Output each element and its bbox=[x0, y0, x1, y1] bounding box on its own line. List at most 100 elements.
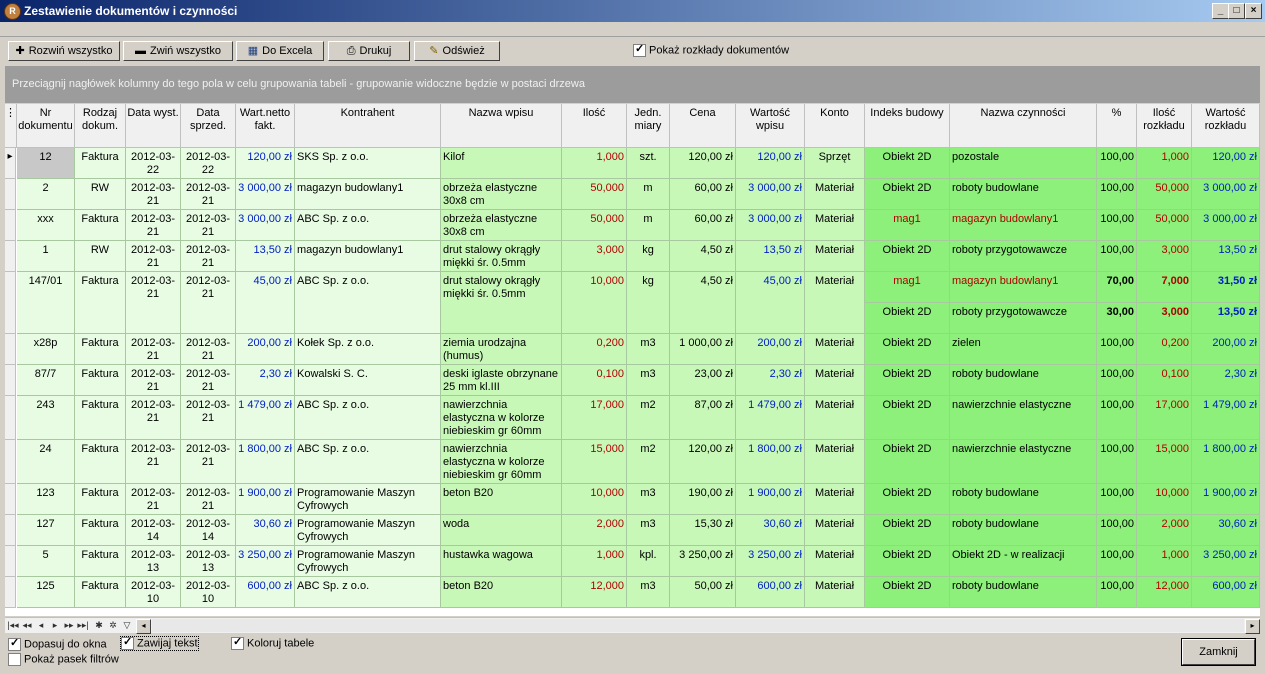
grid-cell-czynnosc[interactable]: roboty budowlane bbox=[950, 515, 1097, 546]
edit-record-icon[interactable]: ✲ bbox=[107, 619, 119, 632]
row-indicator[interactable] bbox=[5, 365, 16, 396]
grid-cell-wart[interactable]: 30,60 zł bbox=[236, 515, 295, 546]
grid-cell-data_wyst[interactable]: 2012-03-21 bbox=[126, 484, 181, 515]
data-grid[interactable]: ⋮ Nr dokumentu Rodzaj dokum. Data wyst. Data… bbox=[5, 104, 1260, 616]
grid-cell-nazwa[interactable]: nawierzchnia elastyczna w kolorze niebie… bbox=[441, 396, 562, 440]
grid-cell-konto[interactable]: Materiał bbox=[805, 484, 865, 515]
grid-cell-proc[interactable]: 100,00 bbox=[1097, 148, 1137, 179]
grid-cell-jedn[interactable]: m3 bbox=[627, 515, 670, 546]
checkbox-box[interactable] bbox=[231, 635, 244, 650]
grid-cell-kontrahent[interactable]: ABC Sp. z o.o. bbox=[295, 577, 441, 608]
grid-cell-nr[interactable]: 243 bbox=[17, 396, 75, 440]
grid-cell-proc[interactable]: 100,00 bbox=[1097, 440, 1137, 484]
show-breakdowns-checkbox[interactable]: Pokaż rozkłady dokumentów bbox=[633, 42, 789, 57]
grid-cell-proc[interactable]: 100,00 bbox=[1097, 179, 1137, 210]
grid-cell-data_sprzed[interactable]: 2012-03-21 bbox=[181, 272, 236, 334]
grid-cell-wr[interactable]: 3 250,00 zł bbox=[1192, 546, 1260, 577]
expand-all-button[interactable]: ✚ Rozwiń wszystko bbox=[8, 41, 120, 61]
grid-cell-wartosc[interactable]: 45,00 zł bbox=[736, 272, 805, 334]
grid-cell-indeks[interactable]: Obiekt 2D bbox=[865, 179, 950, 210]
grid-cell-wartosc[interactable]: 13,50 zł bbox=[736, 241, 805, 272]
grid-cell-data_sprzed[interactable]: 2012-03-21 bbox=[181, 440, 236, 484]
grid-cell-wart[interactable]: 3 000,00 zł bbox=[236, 179, 295, 210]
column-header[interactable]: Kontrahent bbox=[295, 104, 441, 148]
grid-cell-kontrahent[interactable]: ABC Sp. z o.o. bbox=[295, 396, 441, 440]
grid-cell-il[interactable]: 17,000 bbox=[1137, 396, 1192, 440]
grid-cell-czynnosc[interactable]: magazyn budowlany1 bbox=[950, 210, 1097, 241]
grid-cell-ilosc[interactable]: 17,000 bbox=[562, 396, 627, 440]
grid-cell-jedn[interactable]: m bbox=[627, 210, 670, 241]
grid-cell-il[interactable]: 0,200 bbox=[1137, 334, 1192, 365]
grid-cell-wart[interactable]: 13,50 zł bbox=[236, 241, 295, 272]
grid-cell-data_sprzed[interactable]: 2012-03-21 bbox=[181, 365, 236, 396]
grid-cell-cena[interactable]: 120,00 zł bbox=[670, 440, 736, 484]
grid-cell-indeks[interactable]: Obiekt 2D bbox=[865, 241, 950, 272]
grid-cell-nazwa[interactable]: nawierzchnia elastyczna w kolorze niebie… bbox=[441, 440, 562, 484]
row-indicator[interactable] bbox=[5, 577, 16, 608]
insert-record-icon[interactable]: ✱ bbox=[93, 619, 105, 632]
grid-cell-rodzaj[interactable]: Faktura bbox=[75, 515, 126, 546]
grid-cell-czynnosc[interactable]: roboty przygotowawcze bbox=[950, 241, 1097, 272]
grid-cell-nr[interactable]: 87/7 bbox=[17, 365, 75, 396]
grid-cell-wartosc[interactable]: 200,00 zł bbox=[736, 334, 805, 365]
grid-cell-proc[interactable]: 100,00 bbox=[1097, 241, 1137, 272]
grid-cell-wr[interactable]: 3 000,00 zł bbox=[1192, 179, 1260, 210]
grid-cell-wartosc[interactable]: 3 250,00 zł bbox=[736, 546, 805, 577]
grid-cell-rodzaj[interactable]: Faktura bbox=[75, 272, 126, 334]
grid-cell-wart[interactable]: 1 479,00 zł bbox=[236, 396, 295, 440]
grid-cell-jedn[interactable]: m3 bbox=[627, 484, 670, 515]
grid-cell-kontrahent[interactable]: ABC Sp. z o.o. bbox=[295, 210, 441, 241]
grid-cell-data_sprzed[interactable]: 2012-03-13 bbox=[181, 546, 236, 577]
grid-cell-cena[interactable]: 120,00 zł bbox=[670, 148, 736, 179]
grid-cell-wartosc[interactable]: 2,30 zł bbox=[736, 365, 805, 396]
grid-cell-data_sprzed[interactable]: 2012-03-21 bbox=[181, 396, 236, 440]
grid-cell-jedn[interactable]: m3 bbox=[627, 365, 670, 396]
grid-cell-wart[interactable]: 600,00 zł bbox=[236, 577, 295, 608]
column-header[interactable]: Wartość wpisu bbox=[736, 104, 805, 148]
grid-cell-konto[interactable]: Materiał bbox=[805, 179, 865, 210]
grid-cell-il[interactable]: 2,000 bbox=[1137, 515, 1192, 546]
grid-cell-wr[interactable]: 30,60 zł bbox=[1192, 515, 1260, 546]
next-record-icon[interactable]: ▸ bbox=[49, 619, 61, 632]
grid-cell-data_sprzed[interactable]: 2012-03-10 bbox=[181, 577, 236, 608]
refresh-button[interactable]: ✎ Odśwież bbox=[414, 41, 500, 61]
grid-cell-konto[interactable]: Materiał bbox=[805, 210, 865, 241]
grid-cell-data_wyst[interactable]: 2012-03-10 bbox=[126, 577, 181, 608]
grid-cell-data_sprzed[interactable]: 2012-03-21 bbox=[181, 210, 236, 241]
grid-cell-cena[interactable]: 4,50 zł bbox=[670, 241, 736, 272]
prev-record-icon[interactable]: ◂ bbox=[35, 619, 47, 632]
grid-cell-nr[interactable]: 127 bbox=[17, 515, 75, 546]
close-window-button[interactable]: × bbox=[1245, 3, 1262, 19]
grid-cell-data_sprzed[interactable]: 2012-03-21 bbox=[181, 241, 236, 272]
row-indicator[interactable] bbox=[5, 546, 16, 577]
grid-cell-nr[interactable]: x28p bbox=[17, 334, 75, 365]
grid-cell-rodzaj[interactable]: Faktura bbox=[75, 577, 126, 608]
grid-cell-il[interactable]: 7,000 bbox=[1137, 272, 1192, 303]
grid-cell-rodzaj[interactable]: Faktura bbox=[75, 210, 126, 241]
grid-cell-ilosc[interactable]: 10,000 bbox=[562, 484, 627, 515]
grid-cell-wr[interactable]: 1 800,00 zł bbox=[1192, 440, 1260, 484]
grid-cell-wartosc[interactable]: 1 800,00 zł bbox=[736, 440, 805, 484]
first-page-icon[interactable]: |◂◂ bbox=[7, 619, 19, 632]
grid-cell-czynnosc[interactable]: roboty budowlane bbox=[950, 484, 1097, 515]
grid-cell-konto[interactable]: Materiał bbox=[805, 577, 865, 608]
grid-cell-data_wyst[interactable]: 2012-03-21 bbox=[126, 241, 181, 272]
grid-cell-rodzaj[interactable]: Faktura bbox=[75, 546, 126, 577]
grid-cell-wartosc[interactable]: 600,00 zł bbox=[736, 577, 805, 608]
grid-cell-nazwa[interactable]: Kilof bbox=[441, 148, 562, 179]
grid-cell-ilosc[interactable]: 50,000 bbox=[562, 179, 627, 210]
filter-icon[interactable]: ▽ bbox=[121, 619, 133, 632]
grid-cell-data_wyst[interactable]: 2012-03-21 bbox=[126, 334, 181, 365]
grid-cell-cena[interactable]: 60,00 zł bbox=[670, 179, 736, 210]
column-header[interactable]: Jedn. miary bbox=[627, 104, 670, 148]
grid-cell-konto[interactable]: Materiał bbox=[805, 396, 865, 440]
grid-cell-nazwa[interactable]: drut stalowy okrągły miękki śr. 0.5mm bbox=[441, 272, 562, 334]
column-header[interactable]: % bbox=[1097, 104, 1137, 148]
grid-cell-wart[interactable]: 1 800,00 zł bbox=[236, 440, 295, 484]
grid-cell-jedn[interactable]: m3 bbox=[627, 334, 670, 365]
grid-cell-jedn[interactable]: m2 bbox=[627, 396, 670, 440]
grid-cell-nr[interactable]: 24 bbox=[17, 440, 75, 484]
horizontal-scroll-track[interactable] bbox=[152, 619, 1244, 632]
grid-cell-nazwa[interactable]: woda bbox=[441, 515, 562, 546]
column-header[interactable]: Konto bbox=[805, 104, 865, 148]
